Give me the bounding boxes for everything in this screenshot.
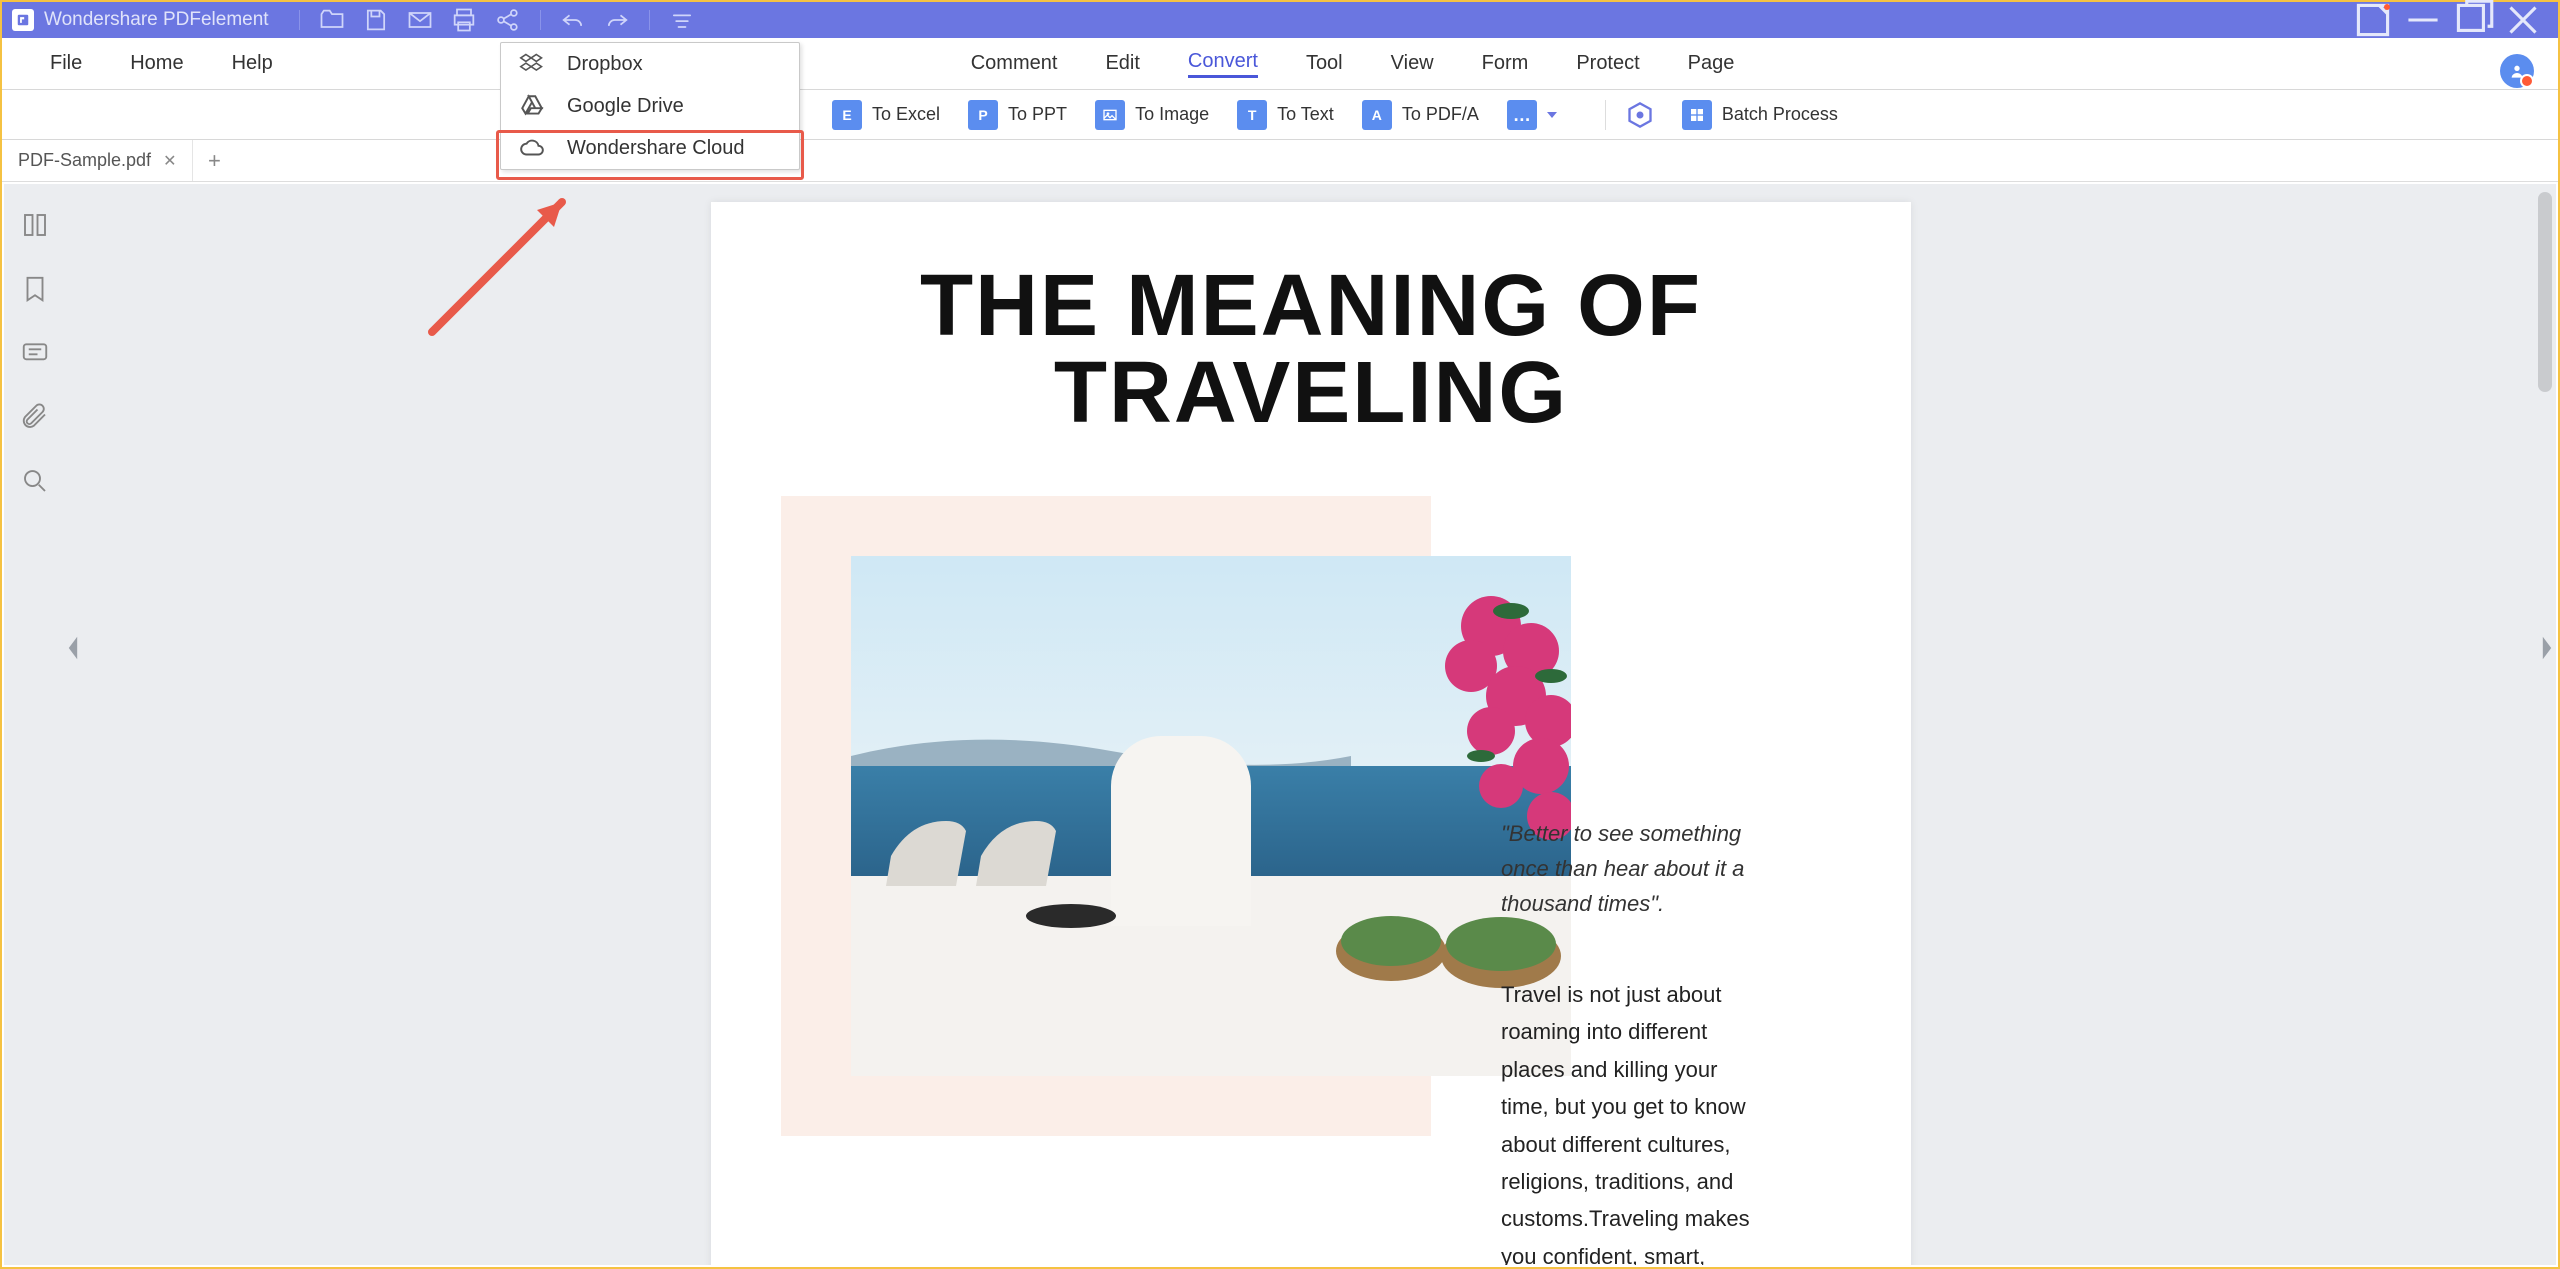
search-icon[interactable] bbox=[20, 466, 50, 496]
dropbox-icon bbox=[519, 51, 545, 77]
save-icon[interactable] bbox=[362, 6, 390, 34]
tool-to-pdfa[interactable]: ATo PDF/A bbox=[1362, 100, 1479, 130]
document-tab[interactable]: PDF-Sample.pdf ✕ bbox=[2, 140, 193, 181]
undo-icon[interactable] bbox=[559, 6, 587, 34]
body-text-right: Travel is not just about roaming into di… bbox=[1501, 976, 1761, 1265]
dropdown-item-gdrive[interactable]: Google Drive bbox=[501, 85, 799, 127]
convert-toolbar: ETo Excel PTo PPT To Image TTo Text ATo … bbox=[2, 90, 2558, 140]
dropdown-label: Dropbox bbox=[567, 53, 643, 76]
dropdown-item-dropbox[interactable]: Dropbox bbox=[501, 43, 799, 85]
menu-home[interactable]: Home bbox=[106, 38, 207, 89]
google-drive-icon bbox=[519, 93, 545, 119]
menu-form[interactable]: Form bbox=[1458, 38, 1553, 89]
print-icon[interactable] bbox=[450, 6, 478, 34]
feedback-icon[interactable] bbox=[2348, 2, 2398, 38]
open-folder-icon[interactable] bbox=[318, 6, 346, 34]
redo-icon[interactable] bbox=[603, 6, 631, 34]
menu-bar: File Home Help Comment Edit Convert Tool… bbox=[2, 38, 2558, 90]
tool-to-image[interactable]: To Image bbox=[1095, 100, 1209, 130]
thumbnails-icon[interactable] bbox=[20, 210, 50, 240]
comments-icon[interactable] bbox=[20, 338, 50, 368]
dropdown-icon[interactable] bbox=[668, 6, 696, 34]
panel-expand-left[interactable] bbox=[66, 635, 80, 661]
tool-more[interactable] bbox=[1507, 100, 1557, 130]
menu-protect[interactable]: Protect bbox=[1552, 38, 1663, 89]
share-icon[interactable] bbox=[494, 6, 522, 34]
app-title: Wondershare PDFelement bbox=[44, 9, 269, 31]
page-title: THE MEANING OF TRAVELING bbox=[781, 262, 1841, 436]
cloud-icon bbox=[519, 135, 545, 161]
tool-convert-action[interactable] bbox=[1626, 101, 1654, 129]
menu-convert[interactable]: Convert bbox=[1164, 38, 1282, 89]
menu-tool[interactable]: Tool bbox=[1282, 38, 1367, 89]
add-tab-button[interactable]: + bbox=[193, 148, 235, 174]
pdf-page: THE MEANING OF TRAVELING bbox=[711, 202, 1911, 1265]
vertical-scrollbar[interactable] bbox=[2538, 192, 2552, 392]
app-icon bbox=[12, 9, 34, 31]
menu-file[interactable]: File bbox=[26, 38, 106, 89]
tab-close-icon[interactable]: ✕ bbox=[163, 151, 176, 171]
attachment-icon[interactable] bbox=[20, 402, 50, 432]
tool-to-ppt[interactable]: PTo PPT bbox=[968, 100, 1067, 130]
tool-to-text[interactable]: TTo Text bbox=[1237, 100, 1334, 130]
menu-comment[interactable]: Comment bbox=[947, 38, 1082, 89]
panel-expand-right[interactable] bbox=[2540, 635, 2554, 661]
minimize-button[interactable] bbox=[2398, 2, 2448, 38]
menu-help[interactable]: Help bbox=[208, 38, 297, 89]
tool-batch-process[interactable]: Batch Process bbox=[1682, 100, 1838, 130]
workspace: THE MEANING OF TRAVELING bbox=[4, 184, 2556, 1265]
tab-label: PDF-Sample.pdf bbox=[18, 150, 151, 171]
dropdown-label: Google Drive bbox=[567, 95, 684, 118]
document-canvas[interactable]: THE MEANING OF TRAVELING bbox=[66, 184, 2556, 1265]
dropdown-item-wondershare-cloud[interactable]: Wondershare Cloud bbox=[501, 127, 799, 169]
user-avatar[interactable] bbox=[2500, 54, 2534, 88]
menu-edit[interactable]: Edit bbox=[1081, 38, 1163, 89]
close-button[interactable] bbox=[2498, 2, 2548, 38]
mail-icon[interactable] bbox=[406, 6, 434, 34]
left-sidebar bbox=[4, 184, 66, 1265]
bookmark-icon[interactable] bbox=[20, 274, 50, 304]
tab-bar: PDF-Sample.pdf ✕ + bbox=[2, 140, 2558, 182]
quote-text: "Better to see something once than hear … bbox=[1501, 816, 1761, 922]
tool-to-excel[interactable]: ETo Excel bbox=[832, 100, 940, 130]
title-bar: Wondershare PDFelement bbox=[2, 2, 2558, 38]
maximize-button[interactable] bbox=[2448, 2, 2498, 38]
menu-page[interactable]: Page bbox=[1664, 38, 1759, 89]
dropdown-label: Wondershare Cloud bbox=[567, 137, 745, 160]
menu-view[interactable]: View bbox=[1367, 38, 1458, 89]
hero-image bbox=[851, 556, 1571, 1076]
share-dropdown: Dropbox Google Drive Wondershare Cloud bbox=[500, 42, 800, 170]
